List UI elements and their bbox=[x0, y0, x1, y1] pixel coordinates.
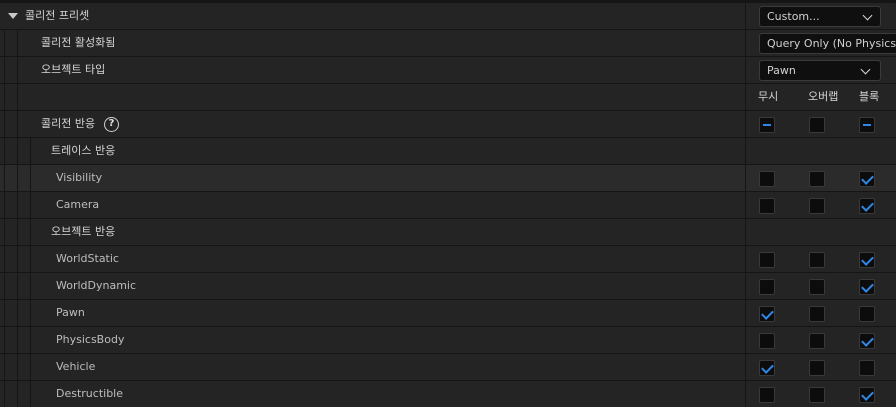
overlap-checkbox[interactable] bbox=[809, 198, 825, 214]
collision-enabled-dropdown[interactable]: Query Only (No Physics Collision) bbox=[759, 33, 896, 54]
ignore-checkbox[interactable] bbox=[759, 171, 775, 187]
overlap-checkbox[interactable] bbox=[809, 279, 825, 295]
object-responses-row: 오브젝트 반응 bbox=[0, 219, 896, 246]
collision-responses-row: 콜리전 반응 ? bbox=[0, 111, 896, 138]
object-type-dropdown[interactable]: Pawn bbox=[759, 60, 881, 81]
channel-name: PhysicsBody bbox=[56, 333, 125, 346]
chevron-down-icon bbox=[862, 10, 873, 21]
channel-row: Pawn bbox=[0, 300, 896, 327]
collision-enabled-row: 콜리전 활성화됨 Query Only (No Physics Collisio… bbox=[0, 30, 896, 57]
block-checkbox[interactable] bbox=[859, 387, 875, 403]
help-icon[interactable]: ? bbox=[104, 117, 119, 132]
collapse-triangle-icon[interactable] bbox=[8, 13, 18, 19]
overlap-checkbox[interactable] bbox=[809, 171, 825, 187]
block-checkbox[interactable] bbox=[859, 306, 875, 322]
channel-row: Camera bbox=[0, 192, 896, 219]
collision-response-block-all-checkbox[interactable] bbox=[859, 117, 875, 133]
overlap-checkbox[interactable] bbox=[809, 333, 825, 349]
overlap-checkbox[interactable] bbox=[809, 306, 825, 322]
collision-response-ignore-all-checkbox[interactable] bbox=[759, 117, 775, 133]
object-type-label: 오브젝트 타입 bbox=[41, 63, 106, 76]
block-checkbox[interactable] bbox=[859, 252, 875, 268]
channel-row: WorldDynamic bbox=[0, 273, 896, 300]
ignore-checkbox[interactable] bbox=[759, 252, 775, 268]
ignore-checkbox[interactable] bbox=[759, 360, 775, 376]
collision-presets-row: 콜리전 프리셋 Custom... bbox=[0, 3, 896, 30]
collision-enabled-value: Query Only (No Physics Collision) bbox=[767, 37, 896, 50]
channel-name: WorldStatic bbox=[56, 252, 119, 265]
ignore-checkbox[interactable] bbox=[759, 306, 775, 322]
channel-row: Destructible bbox=[0, 381, 896, 407]
channel-row: Visibility bbox=[0, 165, 896, 192]
ignore-checkbox[interactable] bbox=[759, 198, 775, 214]
object-responses-label: 오브젝트 반응 bbox=[51, 225, 116, 238]
channel-name: Visibility bbox=[56, 171, 103, 184]
channel-row: Vehicle bbox=[0, 354, 896, 381]
trace-responses-label: 트레이스 반응 bbox=[51, 144, 116, 157]
overlap-checkbox[interactable] bbox=[809, 360, 825, 376]
channel-name: Destructible bbox=[56, 387, 123, 400]
object-type-value: Pawn bbox=[767, 64, 796, 77]
block-checkbox[interactable] bbox=[859, 360, 875, 376]
column-ignore-header: 무시 bbox=[758, 90, 779, 103]
ignore-checkbox[interactable] bbox=[759, 333, 775, 349]
channel-name: Camera bbox=[56, 198, 100, 211]
collision-enabled-label: 콜리전 활성화됨 bbox=[41, 36, 116, 49]
collision-presets-label: 콜리전 프리셋 bbox=[25, 9, 90, 22]
block-checkbox[interactable] bbox=[859, 198, 875, 214]
column-block-header: 블록 bbox=[859, 90, 880, 103]
object-type-row: 오브젝트 타입 Pawn bbox=[0, 57, 896, 84]
block-checkbox[interactable] bbox=[859, 279, 875, 295]
channel-name: Pawn bbox=[56, 306, 85, 319]
channel-row: PhysicsBody bbox=[0, 327, 896, 354]
channel-row: WorldStatic bbox=[0, 246, 896, 273]
block-checkbox[interactable] bbox=[859, 333, 875, 349]
overlap-checkbox[interactable] bbox=[809, 387, 825, 403]
collision-presets-dropdown[interactable]: Custom... bbox=[759, 6, 881, 27]
overlap-checkbox[interactable] bbox=[809, 252, 825, 268]
trace-responses-row: 트레이스 반응 bbox=[0, 138, 896, 165]
ignore-checkbox[interactable] bbox=[759, 279, 775, 295]
channel-name: Vehicle bbox=[56, 360, 96, 373]
column-overlap-header: 오버랩 bbox=[808, 90, 839, 103]
ignore-checkbox[interactable] bbox=[759, 387, 775, 403]
chevron-down-icon bbox=[860, 64, 871, 75]
collision-responses-label: 콜리전 반응 bbox=[41, 117, 96, 130]
channel-name: WorldDynamic bbox=[56, 279, 137, 292]
collision-presets-value: Custom... bbox=[767, 10, 820, 23]
block-checkbox[interactable] bbox=[859, 171, 875, 187]
collision-response-overlap-all-checkbox[interactable] bbox=[809, 117, 825, 133]
